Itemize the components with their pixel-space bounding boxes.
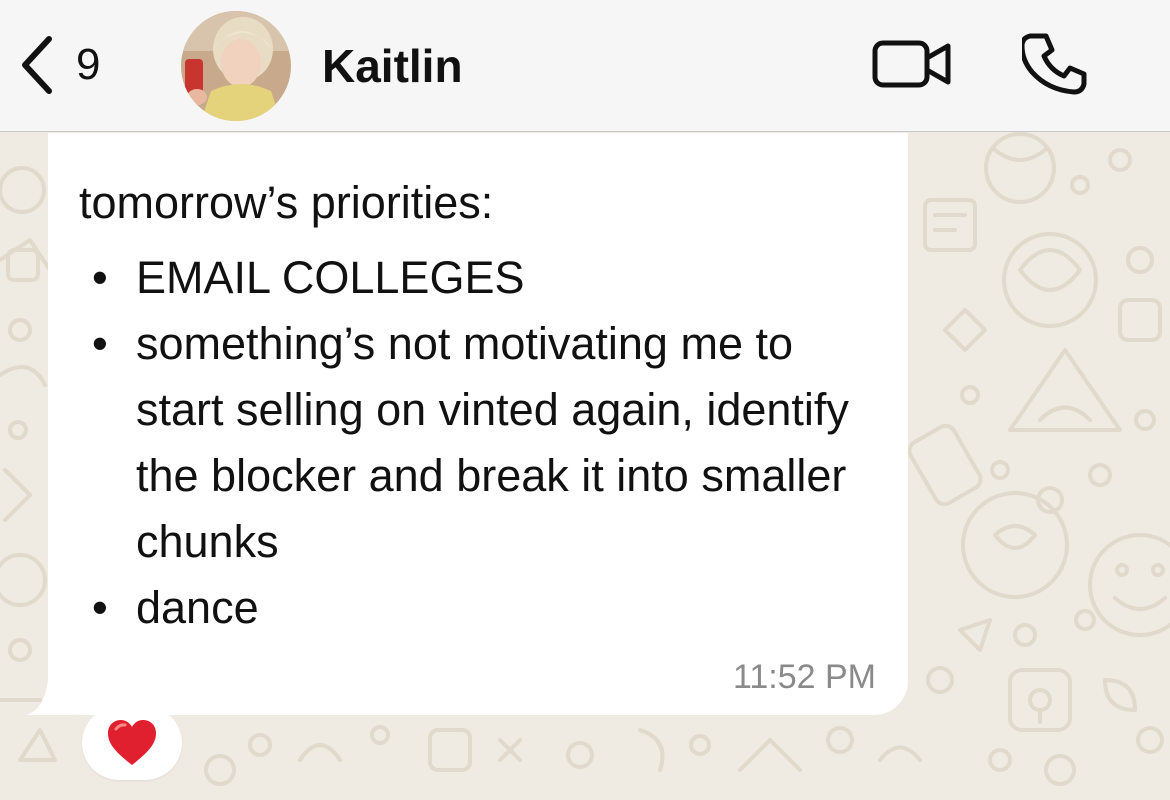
phone-icon xyxy=(1022,33,1087,95)
voice-call-button[interactable] xyxy=(1022,32,1088,96)
list-item: • dance xyxy=(92,575,876,641)
bullet: • xyxy=(92,582,108,633)
reaction-badge[interactable] xyxy=(82,706,182,780)
video-camera-icon xyxy=(872,40,951,88)
list-item: • something’s not motivating me to start … xyxy=(92,311,876,575)
bullet: • xyxy=(92,252,108,303)
message-heading: tomorrow’s priorities: xyxy=(79,177,494,228)
priority-list: • EMAIL COLLEGES • something’s not motivat… xyxy=(92,245,876,641)
unread-count: 9 xyxy=(76,40,101,89)
list-item-text: dance xyxy=(136,582,259,633)
chat-header: 9 Kaitlin xyxy=(0,0,1170,132)
video-call-button[interactable] xyxy=(872,38,952,90)
chevron-left-icon xyxy=(22,36,52,94)
message-bubble[interactable]: tomorrow’s priorities: • EMAIL COLLEGES •… xyxy=(48,133,908,715)
list-item: • EMAIL COLLEGES xyxy=(92,245,876,311)
heart-icon xyxy=(108,720,156,765)
list-item-text: EMAIL COLLEGES xyxy=(136,252,525,303)
contact-name[interactable]: Kaitlin xyxy=(322,36,463,96)
bullet: • xyxy=(92,318,108,369)
avatar[interactable] xyxy=(181,11,291,121)
message-timestamp: 11:52 PM xyxy=(732,658,876,696)
list-item-text: something’s not motivating me to start s… xyxy=(136,318,849,567)
back-button[interactable]: 9 xyxy=(18,30,100,100)
